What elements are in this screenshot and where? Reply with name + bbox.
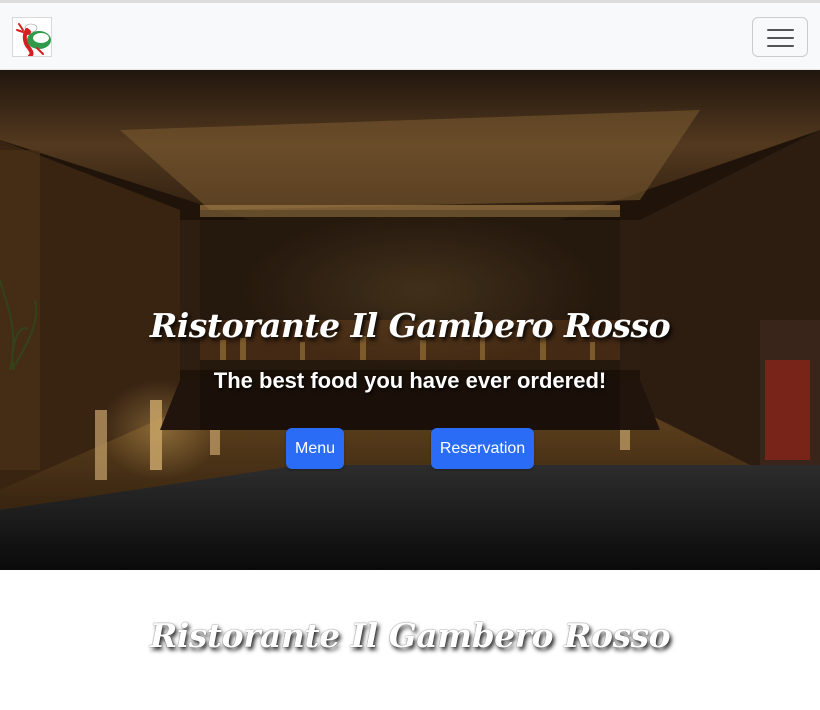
hero-banner: Ristorante Il Gambero Rosso The best foo… — [0, 70, 820, 570]
section-title: Ristorante Il Gambero Rosso — [149, 616, 671, 655]
brand-logo[interactable] — [12, 17, 52, 57]
navbar-toggler-button[interactable] — [752, 17, 808, 57]
navbar — [0, 3, 820, 70]
menu-button[interactable]: Menu — [286, 428, 344, 469]
hamburger-menu-icon — [767, 29, 794, 47]
hero-subtitle: The best food you have ever ordered! — [213, 368, 607, 393]
reservation-button[interactable]: Reservation — [431, 428, 534, 469]
hero-title: Ristorante Il Gambero Rosso — [149, 306, 671, 345]
lobster-chef-logo-icon — [13, 18, 51, 56]
